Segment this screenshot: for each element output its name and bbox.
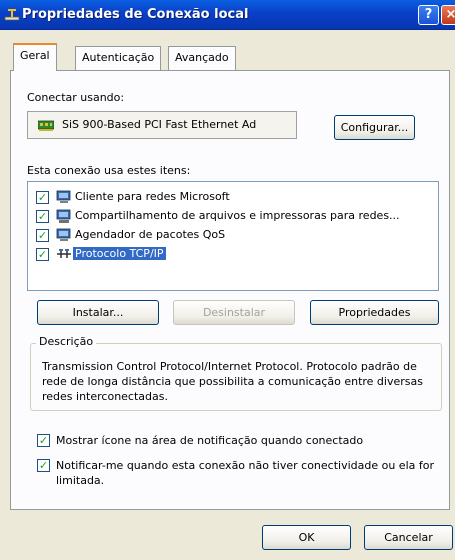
list-item-label: Cliente para redes Microsoft [75, 190, 230, 203]
components-label: Esta conexão usa estes itens: [27, 164, 191, 177]
cancel-button-label: Cancelar [384, 531, 433, 544]
uninstall-button[interactable]: Desinstalar [173, 300, 295, 325]
properties-button-label: Propriedades [338, 306, 411, 319]
show-icon-label: Mostrar ícone na área de notificação qua… [56, 434, 364, 447]
adapter-name: SiS 900-Based PCI Fast Ethernet Ad [62, 118, 257, 131]
checkbox-checked-icon[interactable]: ✓ [37, 459, 50, 472]
components-list[interactable]: ✓ Cliente para redes Microsoft ✓ Compart… [27, 181, 439, 291]
checkbox-checked-icon[interactable]: ✓ [36, 191, 49, 204]
notify-label: Notificar-me quando esta conexão não tiv… [56, 459, 434, 487]
checkbox-checked-icon[interactable]: ✓ [36, 248, 49, 261]
list-item[interactable]: ✓ Compartilhamento de arquivos e impress… [36, 207, 436, 225]
install-button-label: Instalar... [72, 306, 124, 319]
uninstall-button-label: Desinstalar [202, 306, 266, 319]
configure-button-label: Configurar... [340, 121, 409, 134]
protocol-icon [57, 249, 71, 258]
list-item-label: Protocolo TCP/IP [73, 247, 166, 260]
ok-button-label: OK [298, 531, 315, 544]
checkbox-checked-icon[interactable]: ✓ [37, 434, 50, 447]
list-item-label: Compartilhamento de arquivos e impressor… [75, 209, 400, 222]
qos-scheduler-icon [56, 228, 71, 241]
ok-button[interactable]: OK [262, 525, 351, 550]
tab-autenticacao[interactable]: Autenticação [75, 46, 162, 70]
list-item[interactable]: ✓ Agendador de pacotes QoS [36, 226, 436, 244]
file-printer-sharing-icon [56, 209, 71, 223]
configure-button[interactable]: Configurar... [334, 115, 415, 140]
network-adapter-icon [38, 120, 54, 131]
description-text: Transmission Control Protocol/Internet P… [42, 360, 423, 403]
network-connection-icon [4, 9, 20, 21]
network-client-icon [56, 190, 71, 203]
tab-geral[interactable]: Geral [13, 43, 57, 71]
checkbox-checked-icon[interactable]: ✓ [36, 229, 49, 242]
cancel-button[interactable]: Cancelar [364, 525, 453, 550]
show-icon-option[interactable]: ✓ Mostrar ícone na área de notificação q… [37, 433, 437, 449]
tab-avancado[interactable]: Avançado [168, 46, 236, 70]
connect-using-label: Conectar usando: [27, 91, 125, 104]
title-bar[interactable]: Propriedades de Conexão local ? × [0, 0, 455, 30]
list-item[interactable]: ✓ Protocolo TCP/IP [36, 245, 436, 263]
install-button[interactable]: Instalar... [37, 300, 159, 325]
notify-option[interactable]: ✓ Notificar-me quando esta conexão não t… [37, 458, 437, 490]
network-adapter-field: SiS 900-Based PCI Fast Ethernet Ad [27, 111, 297, 139]
close-button[interactable]: × [441, 5, 455, 25]
properties-button[interactable]: Propriedades [310, 300, 439, 325]
help-button[interactable]: ? [418, 5, 439, 25]
window-title: Propriedades de Conexão local [22, 7, 249, 22]
checkbox-checked-icon[interactable]: ✓ [36, 210, 49, 223]
description-legend: Descrição [36, 335, 97, 348]
list-item[interactable]: ✓ Cliente para redes Microsoft [36, 188, 436, 206]
list-item-label: Agendador de pacotes QoS [75, 228, 226, 241]
